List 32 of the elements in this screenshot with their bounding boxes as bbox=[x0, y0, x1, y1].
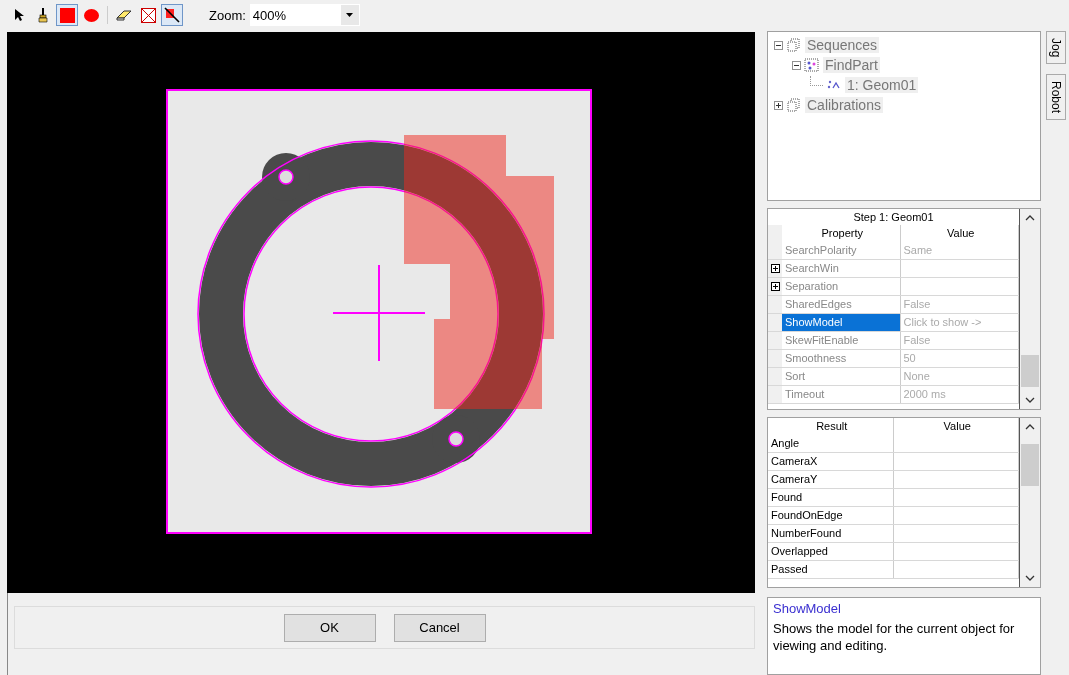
result-name: Angle bbox=[768, 435, 894, 452]
property-name[interactable]: Timeout bbox=[782, 386, 901, 403]
result-name: CameraX bbox=[768, 453, 894, 470]
result-name: NumberFound bbox=[768, 525, 894, 542]
tree-item[interactable]: FindPart bbox=[823, 57, 880, 73]
column-header: Property bbox=[782, 225, 901, 242]
property-name[interactable]: Smoothness bbox=[782, 350, 901, 367]
property-name[interactable]: SkewFitEnable bbox=[782, 332, 901, 349]
property-name[interactable]: SharedEdges bbox=[782, 296, 901, 313]
tree-item[interactable]: Sequences bbox=[805, 37, 880, 53]
result-name: FoundOnEdge bbox=[768, 507, 894, 524]
tree-item[interactable]: Calibrations bbox=[805, 97, 883, 113]
side-tab[interactable]: Robot bbox=[1046, 74, 1066, 121]
side-tab[interactable]: Jog bbox=[1046, 31, 1066, 65]
zoom-label: Zoom: bbox=[209, 7, 246, 23]
property-name[interactable]: Separation bbox=[782, 278, 901, 295]
help-title: ShowModel bbox=[773, 601, 842, 616]
result-name: Overlapped bbox=[768, 543, 894, 560]
tree-item[interactable]: 1: Geom01 bbox=[845, 77, 919, 93]
column-header: Result bbox=[768, 418, 894, 435]
result-name: CameraY bbox=[768, 471, 894, 488]
dialog-button[interactable]: Cancel bbox=[393, 613, 486, 642]
grid-title: Step 1: Geom01 bbox=[852, 210, 935, 225]
property-name[interactable]: SearchWin bbox=[782, 260, 901, 277]
zoom-dropdown[interactable]: 400% bbox=[249, 4, 360, 26]
result-name: Found bbox=[768, 489, 894, 506]
help-text: Shows the model for the current object for viewing and editing. bbox=[773, 620, 1016, 654]
result-name: Passed bbox=[768, 561, 894, 578]
property-name[interactable]: ShowModel bbox=[782, 314, 901, 331]
property-name[interactable]: Sort bbox=[782, 368, 901, 385]
dialog-button[interactable]: OK bbox=[283, 613, 376, 642]
property-name[interactable]: SearchPolarity bbox=[782, 242, 901, 259]
